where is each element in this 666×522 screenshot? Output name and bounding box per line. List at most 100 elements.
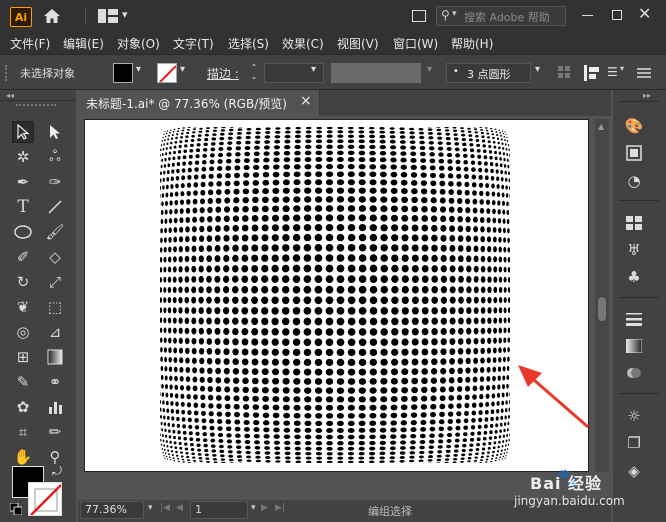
warp-tool-icon[interactable]: ❦ [12,296,34,318]
halftone-sphere-artwork[interactable] [160,127,510,463]
brushes-icon[interactable]: ♅ [623,239,645,261]
panel-options-icon[interactable] [634,63,654,83]
panel-grip-icon [16,104,56,107]
chevron-down-icon[interactable]: ▾ [180,64,185,75]
mesh-tool-icon[interactable]: ⊞ [12,346,34,368]
first-artboard-icon[interactable]: |◀ [160,503,170,513]
artboard-number: 1 [195,503,202,516]
scroll-up-icon[interactable]: ▲ [598,122,604,131]
brush-definition-field[interactable]: • 3 点圆形 [446,63,531,83]
scale-tool-icon[interactable]: ⤢ [44,271,66,293]
type-tool-icon[interactable]: T [12,196,34,218]
selection-status: 未选择对象 [20,67,75,80]
swap-colors-icon[interactable]: ⤾ [52,464,62,479]
menu-edit[interactable]: 编辑(E) [63,35,104,52]
chevron-down-icon[interactable]: ▾ [122,8,128,21]
zoom-field[interactable]: 77.36% [80,501,144,519]
color-panel-icon[interactable]: 🎨 [623,115,645,137]
zoom-value: 77.36% [85,503,127,516]
arrange-docs-icon[interactable] [412,10,426,22]
maximize-button[interactable] [612,10,622,20]
line-segment-tool-icon[interactable] [44,196,66,218]
transform-grid-icon[interactable] [558,66,570,78]
close-button[interactable]: ✕ [638,4,651,23]
menu-help[interactable]: 帮助(H) [451,35,493,52]
stroke-color-swatch[interactable] [28,482,62,516]
gradient-tool-icon[interactable] [44,346,66,368]
current-tool-status[interactable]: 编组选择 [368,503,412,519]
divider [619,101,659,102]
selection-tool-icon[interactable] [12,121,34,143]
chevron-down-icon[interactable]: ▾ [620,64,624,73]
menu-effect[interactable]: 效果(C) [282,35,324,52]
close-icon[interactable]: × [300,93,312,109]
slice-tool-icon[interactable]: ✏ [44,421,66,443]
fill-swatch[interactable] [113,63,133,83]
column-graph-tool-icon[interactable] [44,396,66,418]
search-box[interactable]: ⚲ ▾ 搜索 Adobe 帮助 [436,6,566,26]
symbol-sprayer-tool-icon[interactable]: ✿ [12,396,34,418]
divider [619,393,659,394]
menu-type[interactable]: 文字(T) [173,35,214,52]
shaper-tool-icon[interactable]: ✐ [12,246,34,268]
appearance-icon[interactable]: ☼ [623,405,645,427]
menu-select[interactable]: 选择(S) [228,35,269,52]
last-artboard-icon[interactable]: ▶| [275,503,285,513]
menu-window[interactable]: 窗口(W) [393,35,438,52]
menu-object[interactable]: 对象(O) [117,35,160,52]
menu-file[interactable]: 文件(F) [10,35,50,52]
workspace-layout-icon[interactable] [98,9,118,23]
collapse-icon[interactable]: ▸▸ [643,91,651,100]
stroke-panel-icon[interactable] [623,308,645,330]
direct-selection-tool-icon[interactable] [44,121,66,143]
ellipse-tool-icon[interactable] [12,221,34,243]
perspective-grid-tool-icon[interactable]: ⊿ [44,321,66,343]
free-transform-tool-icon[interactable]: ⬚ [44,296,66,318]
panel-menu-icon[interactable]: ☰ [607,65,618,79]
transparency-icon[interactable] [623,362,645,384]
menu-view[interactable]: 视图(V) [337,35,379,52]
curvature-tool-icon[interactable]: ✑ [44,171,66,193]
vertical-scrollbar[interactable]: ▲ [595,119,609,472]
minimize-button[interactable] [582,15,593,16]
chevron-down-icon[interactable]: ▾ [311,64,316,75]
search-input[interactable]: 搜索 Adobe 帮助 [464,9,550,25]
artboard-tool-icon[interactable]: ⌗ [12,421,34,443]
default-colors-icon[interactable] [9,502,23,516]
eraser-tool-icon[interactable]: ◇ [44,246,66,268]
chevron-down-icon[interactable]: ▾ [148,503,153,513]
stroke-stepper[interactable]: ⌃ ⌄ [247,63,261,83]
home-icon[interactable] [43,8,61,24]
lasso-tool-icon[interactable]: ஃ [44,146,66,168]
color-themes-icon[interactable]: ◔ [623,170,645,192]
symbols-icon[interactable]: ♣ [623,266,645,288]
stroke-label[interactable]: 描边 : [207,65,239,82]
chevron-down-icon[interactable]: ▾ [251,503,256,513]
shape-builder-tool-icon[interactable]: ◎ [12,321,34,343]
gradient-panel-icon[interactable] [623,335,645,357]
artboard-number-field[interactable]: 1 [190,501,248,519]
paintbrush-tool-icon[interactable]: 🖌 [44,221,66,243]
next-artboard-icon[interactable]: ▶ [261,503,268,513]
color-guide-icon[interactable] [623,142,645,164]
stroke-swatch[interactable] [157,63,177,83]
annotation-arrow [518,365,589,429]
previous-artboard-icon[interactable]: ◀ [176,503,183,513]
scroll-thumb[interactable] [598,297,606,321]
watermark: 🐾 Bai 经验 jingyan.baidu.com [510,466,660,516]
chevron-down-icon[interactable]: ▾ [535,64,540,75]
blend-tool-icon[interactable]: ⚭ [44,371,66,393]
document-tab[interactable]: 未标题-1.ai* @ 77.36% (RGB/预览) × [78,90,320,116]
hand-tool-icon[interactable]: ✋ [12,446,34,468]
align-icon[interactable] [582,63,602,83]
chevron-down-icon[interactable]: ▾ [136,64,141,75]
pen-tool-icon[interactable]: ✒ [12,171,34,193]
graphic-styles-icon[interactable]: ❐ [623,432,645,454]
document-area: 未标题-1.ai* @ 77.36% (RGB/预览) × ▲ 77.36% ▾… [78,90,611,522]
swatches-icon[interactable] [623,212,645,234]
variable-width-profile[interactable] [331,63,421,83]
collapse-icon[interactable]: ◂◂ [6,91,14,100]
eyedropper-tool-icon[interactable]: ✎ [12,371,34,393]
magic-wand-tool-icon[interactable]: ✲ [12,146,34,168]
rotate-tool-icon[interactable]: ↻ [12,271,34,293]
